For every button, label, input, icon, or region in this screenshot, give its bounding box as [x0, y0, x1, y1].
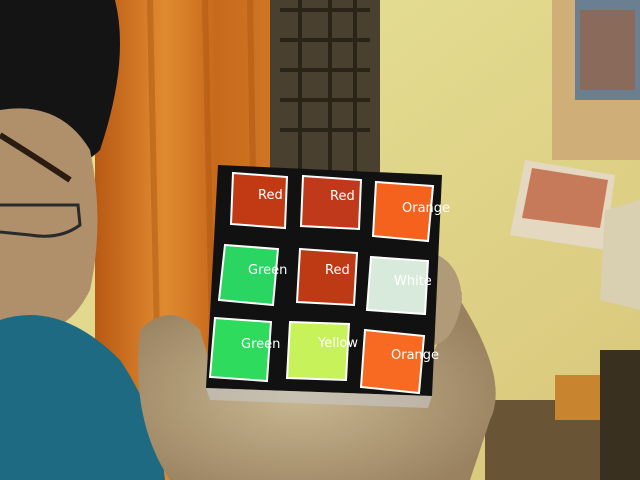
sticker-3-1-label: Green	[241, 337, 281, 352]
sticker-1-2-label: Red	[330, 189, 355, 204]
detection-overlay	[208, 171, 435, 395]
sticker-1-1-label: Red	[258, 188, 283, 203]
sticker-3-2-label: Yellow	[318, 336, 359, 351]
sticker-2-1-label: Green	[248, 263, 288, 278]
sticker-2-2-label: Red	[325, 263, 350, 278]
sticker-1-3-label: Orange	[402, 201, 451, 216]
webcam-frame: Red Red Orange Green Red White Green Yellow Oran…	[0, 0, 640, 480]
sticker-3-3-label: Orange	[391, 348, 440, 363]
sticker-2-3-label: White	[394, 274, 432, 289]
sticker-3-2-outline	[285, 320, 351, 382]
